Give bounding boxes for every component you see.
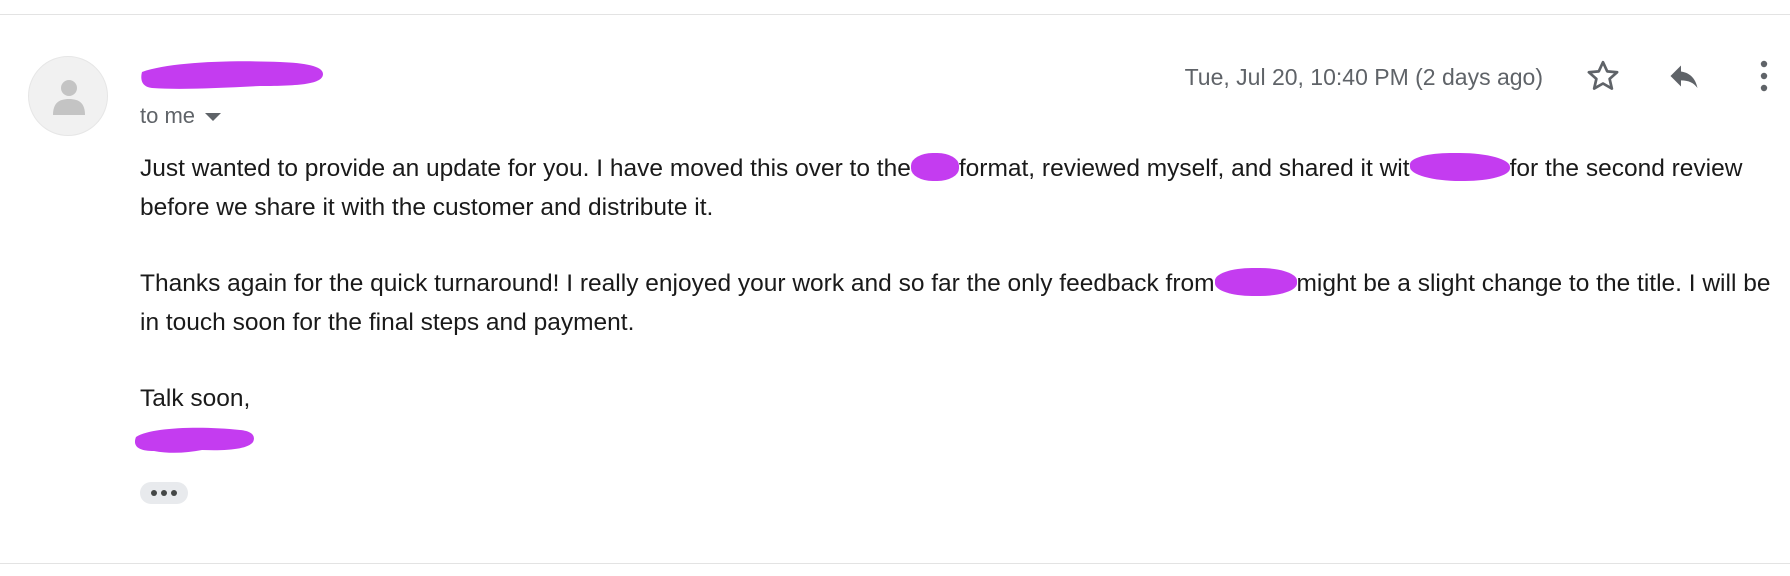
more-vert-icon — [1760, 60, 1768, 92]
redacted-person-name — [1214, 267, 1297, 296]
redacted-format-name — [910, 152, 959, 181]
message-date: Tue, Jul 20, 10:40 PM (2 days ago) — [1184, 64, 1543, 90]
more-options-button[interactable] — [1742, 54, 1786, 98]
ellipsis-dot-icon — [171, 490, 177, 496]
message-paragraph-2: Thanks again for the quick turnaround! I… — [140, 265, 1785, 342]
reply-icon — [1670, 65, 1698, 88]
redacted-sender-name — [141, 61, 323, 89]
reply-button[interactable] — [1662, 54, 1706, 98]
bottom-divider — [0, 563, 1790, 564]
ellipsis-dot-icon — [161, 490, 167, 496]
message-paragraph-1: Just wanted to provide an update for you… — [140, 150, 1785, 227]
message-body: Just wanted to provide an update for you… — [140, 150, 1785, 457]
redacted-signature — [134, 427, 254, 453]
show-trimmed-content-button[interactable] — [140, 482, 188, 504]
sender-avatar[interactable] — [28, 56, 108, 136]
redacted-reviewer-name — [1409, 152, 1510, 181]
ellipsis-dot-icon — [151, 490, 157, 496]
person-avatar-icon — [53, 80, 85, 115]
top-divider — [0, 14, 1790, 15]
recipient-label: to me — [140, 103, 196, 128]
message-closing: Talk soon, — [140, 385, 251, 412]
chevron-down-icon — [205, 113, 222, 121]
star-button[interactable] — [1581, 54, 1625, 98]
recipient-details-toggle[interactable]: to me — [140, 103, 222, 129]
star-icon — [1587, 60, 1619, 90]
